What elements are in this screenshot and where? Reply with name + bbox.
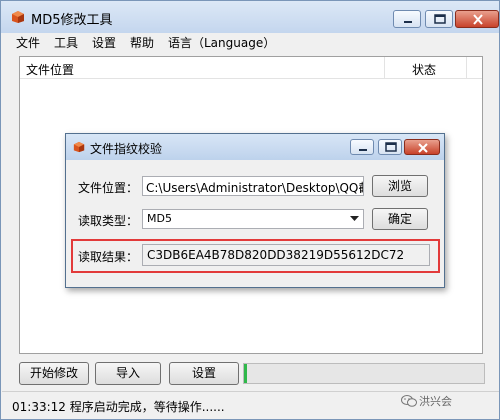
column-separator[interactable] [466,57,467,79]
menu-language[interactable]: 语言（Language） [168,34,275,51]
file-location-input[interactable]: C:\Users\Administrator\Desktop\QQ截 [142,176,364,196]
minimize-icon [404,21,412,23]
read-result-label: 读取结果： [78,250,139,264]
column-file-location[interactable]: 文件位置 [26,61,74,78]
import-button[interactable]: 导入 [95,362,161,385]
minimize-icon [359,149,367,151]
list-header: 文件位置 状态 [20,57,482,79]
start-modify-button[interactable]: 开始修改 [19,362,89,385]
menu-bar: 文件 工具 设置 帮助 语言（Language） [2,33,499,51]
read-type-value: MD5 [147,212,172,225]
read-type-label: 读取类型： [78,214,139,228]
minimize-button[interactable] [393,10,421,28]
maximize-icon [385,142,397,152]
main-window: MD5修改工具 文件 工具 设置 帮助 语言（Language） 文件位置 状态… [0,0,500,420]
wechat-icon [401,395,417,407]
fingerprint-dialog: 文件指纹校验 文件位置： C:\Users\Administrator\Desk… [65,133,445,288]
orange-cube-icon [73,141,85,153]
file-location-label: 文件位置： [78,181,139,195]
dialog-title: 文件指纹校验 [90,142,163,156]
column-status[interactable]: 状态 [412,61,436,78]
close-icon [473,14,483,25]
dialog-maximize-button[interactable] [378,139,402,155]
settings-button[interactable]: 设置 [169,362,239,385]
maximize-icon [434,14,446,24]
window-title: MD5修改工具 [31,13,113,28]
title-bar[interactable]: MD5修改工具 [1,1,499,33]
maximize-button[interactable] [425,10,453,28]
close-button[interactable] [455,10,499,28]
menu-tools[interactable]: 工具 [54,34,78,51]
menu-file[interactable]: 文件 [16,34,40,51]
menu-settings[interactable]: 设置 [92,34,116,51]
dialog-title-bar[interactable]: 文件指纹校验 [66,134,444,160]
menu-help[interactable]: 帮助 [130,34,154,51]
progress-bar [243,363,485,384]
read-result-field[interactable]: C3DB6EA4B78D820DD38219D55612DC72 [142,244,430,266]
dialog-close-button[interactable] [404,139,440,155]
read-type-select[interactable]: MD5 [142,209,364,229]
chevron-down-icon [350,216,359,221]
close-icon [418,143,428,153]
column-separator[interactable] [384,57,385,79]
dialog-minimize-button[interactable] [350,139,374,155]
confirm-button[interactable]: 确定 [372,208,428,230]
browse-button[interactable]: 浏览 [372,175,428,197]
progress-fill [244,364,247,383]
status-text: 01:33:12 程序启动完成，等待操作...... [12,400,225,414]
orange-cube-icon [12,11,24,23]
watermark-text: 洪兴会 [419,395,452,408]
